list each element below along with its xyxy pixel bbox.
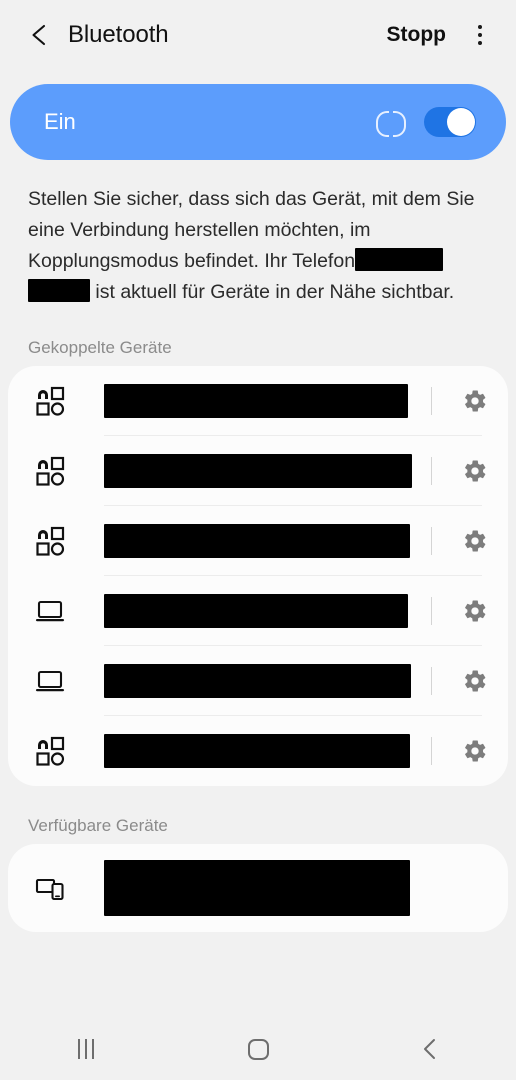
paired-device-row[interactable]: [8, 366, 508, 436]
row-divider: [431, 737, 432, 765]
paired-device-row[interactable]: [8, 576, 508, 646]
redacted-device-name: [104, 594, 408, 628]
more-vertical-icon-dot: [478, 33, 482, 37]
row-divider: [431, 597, 432, 625]
device-settings-button[interactable]: [450, 738, 500, 764]
toggle-knob: [447, 108, 475, 136]
multi-device-icon: [34, 872, 76, 904]
available-device-row[interactable]: [8, 844, 508, 932]
app-header: Bluetooth Stopp: [0, 0, 516, 70]
gear-icon: [465, 600, 486, 622]
device-name-wrapper: [76, 384, 421, 418]
row-divider: [431, 387, 432, 415]
row-divider: [431, 667, 432, 695]
more-vertical-icon-dot: [478, 25, 482, 29]
device-settings-button[interactable]: [450, 388, 500, 414]
row-divider: [431, 527, 432, 555]
paired-device-row[interactable]: [8, 716, 508, 786]
nav-home-button[interactable]: [172, 1018, 344, 1080]
available-devices-card: [8, 844, 508, 932]
device-name-wrapper: [76, 664, 421, 698]
chevron-left-icon: [32, 24, 46, 46]
recents-icon-bar: [92, 1039, 94, 1059]
stop-scan-button[interactable]: Stopp: [381, 19, 452, 51]
laptop-icon: [34, 665, 76, 697]
back-button[interactable]: [22, 18, 56, 52]
unknown-device-icon: [34, 385, 76, 417]
gear-icon: [465, 740, 486, 762]
nav-back-button[interactable]: [344, 1018, 516, 1080]
device-name-wrapper: [76, 594, 421, 628]
redacted-device-name: [104, 454, 412, 488]
bluetooth-toggle-switch[interactable]: [424, 107, 476, 137]
device-name-wrapper: [76, 454, 421, 488]
device-name-wrapper: [76, 524, 421, 558]
overflow-menu-button[interactable]: [462, 17, 498, 53]
bluetooth-settings-screen: Bluetooth Stopp Ein Stellen Sie sicher, …: [0, 0, 516, 1080]
device-settings-button[interactable]: [450, 598, 500, 624]
device-name-wrapper: [76, 860, 508, 916]
redacted-phone-name-1: [355, 248, 444, 271]
gear-icon: [465, 670, 486, 692]
recents-icon-bar: [78, 1039, 80, 1059]
back-chevron-icon: [424, 1039, 435, 1059]
row-divider: [431, 457, 432, 485]
bluetooth-state-label: Ein: [44, 109, 76, 134]
paired-device-row[interactable]: [8, 436, 508, 506]
laptop-icon: [34, 595, 76, 627]
pairing-description: Stellen Sie sicher, dass sich das Gerät,…: [28, 184, 488, 308]
recents-icon: [78, 1039, 94, 1059]
recents-icon-bar: [85, 1039, 87, 1059]
unknown-device-icon: [34, 525, 76, 557]
unknown-device-icon: [34, 455, 76, 487]
redacted-device-name: [104, 384, 408, 418]
available-devices-label: Verfügbare Geräte: [28, 816, 168, 835]
home-icon: [247, 1038, 269, 1060]
redacted-device-name: [104, 860, 410, 916]
bluetooth-toggle-banner[interactable]: Ein: [10, 84, 506, 160]
system-navigation-bar: [0, 1018, 516, 1080]
paired-devices-label: Gekoppelte Geräte: [28, 338, 172, 357]
gear-icon: [465, 390, 486, 412]
device-settings-button[interactable]: [450, 668, 500, 694]
paired-devices-card: [8, 366, 508, 786]
redacted-phone-name-2: [28, 279, 90, 302]
redacted-device-name: [104, 734, 410, 768]
paired-device-row[interactable]: [8, 506, 508, 576]
gear-icon: [465, 460, 486, 482]
device-settings-button[interactable]: [450, 528, 500, 554]
gear-icon: [465, 530, 486, 552]
device-settings-button[interactable]: [450, 458, 500, 484]
page-title: Bluetooth: [68, 21, 169, 48]
redacted-device-name: [104, 524, 410, 558]
nav-recents-button[interactable]: [0, 1018, 172, 1080]
more-vertical-icon-dot: [478, 41, 482, 45]
scroll-content: Ein Stellen Sie sicher, dass sich das Ge…: [0, 70, 516, 1018]
scanning-spinner-icon: [374, 105, 408, 139]
unknown-device-icon: [34, 735, 76, 767]
pairing-description-part2: ist aktuell für Geräte in der Nähe sicht…: [95, 281, 455, 303]
redacted-device-name: [104, 664, 411, 698]
paired-device-row[interactable]: [8, 646, 508, 716]
device-name-wrapper: [76, 734, 421, 768]
